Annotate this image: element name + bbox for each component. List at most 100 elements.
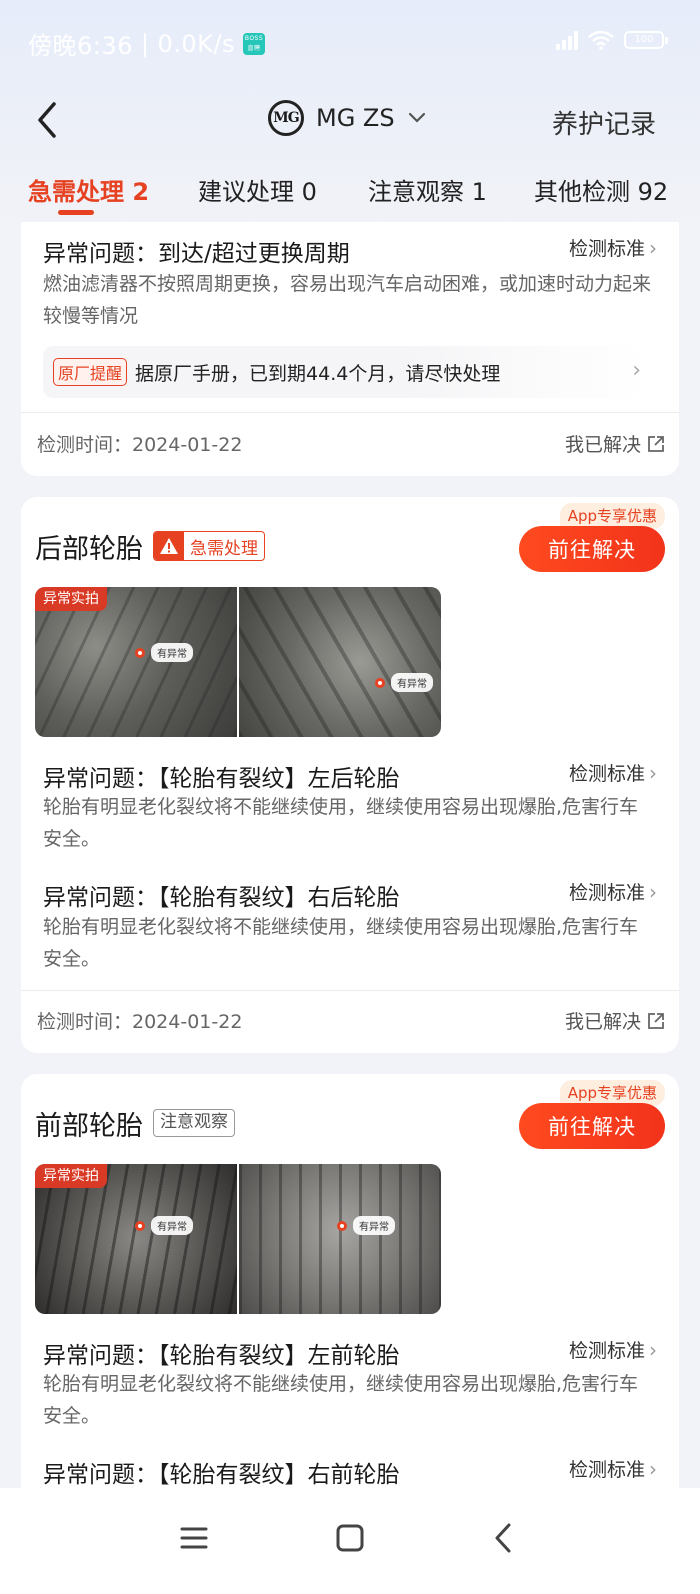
anomaly-marker: 有异常 xyxy=(135,1216,193,1235)
urgent-badge: 急需处理 xyxy=(153,531,265,561)
warning-triangle-icon xyxy=(154,532,184,560)
chevron-right-icon: › xyxy=(649,235,657,260)
marker-label: 有异常 xyxy=(353,1216,395,1235)
front-tire-card: 前部轮胎 注意观察 App专享优惠 前往解决 异常实拍 有异常 有异常 异常问题… xyxy=(21,1074,679,1494)
std-label: 检测标准 xyxy=(568,238,645,260)
badge-text: 急需处理 xyxy=(190,538,258,559)
wifi-icon xyxy=(588,30,614,50)
divider xyxy=(21,412,679,413)
marker-dot xyxy=(135,647,145,658)
category-tabs: 急需处理 2 建议处理 0 注意观察 1 其他检测 92 xyxy=(0,172,700,220)
maintenance-record-link[interactable]: 养护记录 xyxy=(552,104,656,141)
anomaly-marker: 有异常 xyxy=(337,1216,395,1235)
external-link-icon xyxy=(648,1012,664,1029)
status-bar: 傍晚6:36 | 0.0K/s BOSS 直聘 100 xyxy=(0,26,700,62)
observe-badge: 注意观察 xyxy=(153,1109,235,1137)
tab-count: 0 xyxy=(301,178,317,206)
marker-dot xyxy=(375,677,385,688)
tab-label: 急需处理 xyxy=(28,178,124,206)
mg-logo: MG xyxy=(268,100,304,136)
resolved-label: 我已解决 xyxy=(564,1011,641,1033)
oem-reminder[interactable]: 原厂提醒 据原厂手册，已到期44.4个月，请尽快处理 › xyxy=(43,346,647,398)
home-square-icon[interactable] xyxy=(330,1518,370,1558)
detection-time: 检测时间：2024-01-22 xyxy=(37,1011,243,1033)
battery-icon: 100 xyxy=(624,31,668,49)
issue-description: 轮胎有明显老化裂纹将不能继续使用，继续使用容易出现爆胎,危害行车安全。 xyxy=(43,916,639,970)
back-button[interactable] xyxy=(30,98,70,142)
mark-resolved-button[interactable]: 我已解决 xyxy=(565,1007,665,1034)
tire-photo[interactable]: 异常实拍 有异常 xyxy=(35,1164,237,1314)
detection-time: 检测时间：2024-01-22 xyxy=(37,434,243,456)
back-chevron-icon[interactable] xyxy=(484,1518,524,1558)
external-link-icon xyxy=(648,435,664,452)
chevron-right-icon: › xyxy=(649,1337,657,1362)
tab-urgent[interactable]: 急需处理 2 xyxy=(28,172,149,207)
status-right: 100 xyxy=(556,30,668,50)
anomaly-marker: 有异常 xyxy=(375,673,433,692)
issue-title: 异常问题：【轮胎有裂纹】右后轮胎 xyxy=(43,885,400,911)
tire-photo[interactable]: 有异常 xyxy=(239,1164,441,1314)
mark-resolved-button[interactable]: 我已解决 xyxy=(565,430,665,457)
top-nav: MG MG ZS 养护记录 xyxy=(0,90,700,150)
system-nav-bar xyxy=(0,1488,700,1594)
status-speed: 0.0K/s xyxy=(157,29,235,58)
divider xyxy=(21,990,679,991)
car-selector[interactable]: MG MG ZS xyxy=(268,100,427,136)
tab-count: 92 xyxy=(637,178,669,206)
photo-gallery: 异常实拍 有异常 有异常 xyxy=(35,587,441,737)
status-left: 傍晚6:36 | 0.0K/s BOSS 直聘 xyxy=(28,26,265,61)
detection-standard-link[interactable]: 检测标准 › xyxy=(569,1455,657,1482)
battery-level: 100 xyxy=(634,34,654,45)
std-label: 检测标准 xyxy=(568,1340,645,1362)
tab-suggested[interactable]: 建议处理 0 xyxy=(198,172,317,207)
detection-standard-link[interactable]: 检测标准 › xyxy=(569,759,657,786)
marker-label: 有异常 xyxy=(151,1216,193,1235)
issue-title: 异常问题：【轮胎有裂纹】左前轮胎 xyxy=(43,1343,400,1369)
chevron-down-icon xyxy=(408,112,425,123)
fuel-filter-card: 异常问题：到达/超过更换周期 检测标准 › 燃油滤清器不按照周期更换，容易出现汽车… xyxy=(21,222,679,476)
oem-reminder-text: 据原厂手册，已到期44.4个月，请尽快处理 xyxy=(135,362,501,385)
photo-gallery: 异常实拍 有异常 有异常 xyxy=(35,1164,441,1314)
oem-reminder-tag: 原厂提醒 xyxy=(53,358,128,386)
issue-title: 异常问题：【轮胎有裂纹】左后轮胎 xyxy=(43,766,400,792)
detection-standard-link[interactable]: 检测标准 › xyxy=(569,1336,657,1363)
tab-observe[interactable]: 注意观察 1 xyxy=(368,172,487,207)
boss-app-icon: BOSS 直聘 xyxy=(243,32,265,55)
detection-standard-link[interactable]: 检测标准 › xyxy=(569,234,657,261)
std-label: 检测标准 xyxy=(568,763,645,785)
photo-tag: 异常实拍 xyxy=(35,1164,107,1188)
anomaly-marker: 有异常 xyxy=(135,643,193,662)
resolved-label: 我已解决 xyxy=(564,434,641,456)
tab-count: 1 xyxy=(471,178,487,206)
tab-other[interactable]: 其他检测 92 xyxy=(534,172,668,207)
go-resolve-button[interactable]: 前往解决 xyxy=(519,526,665,572)
tire-photo[interactable]: 有异常 xyxy=(239,587,441,737)
detection-standard-link[interactable]: 检测标准 › xyxy=(569,878,657,905)
photo-tag: 异常实拍 xyxy=(35,587,107,611)
card-title: 前部轮胎 xyxy=(35,1111,143,1142)
tab-count: 2 xyxy=(132,178,150,206)
menu-icon[interactable] xyxy=(174,1518,214,1558)
issue-title: 异常问题：【轮胎有裂纹】右前轮胎 xyxy=(43,1462,400,1488)
issue-description: 轮胎有明显老化裂纹将不能继续使用，继续使用容易出现爆胎,危害行车安全。 xyxy=(43,1373,639,1427)
std-label: 检测标准 xyxy=(568,882,645,904)
issue-description: 轮胎有明显老化裂纹将不能继续使用，继续使用容易出现爆胎,危害行车安全。 xyxy=(43,796,639,850)
marker-label: 有异常 xyxy=(151,643,193,662)
active-tab-indicator xyxy=(58,210,94,215)
status-time: 傍晚6:36 xyxy=(28,32,133,60)
chevron-left-icon xyxy=(38,102,56,138)
status-separator: | xyxy=(140,29,150,58)
tab-label: 注意观察 xyxy=(368,178,464,206)
tab-label: 其他检测 xyxy=(534,178,630,206)
issue-title: 异常问题：到达/超过更换周期 xyxy=(43,241,350,267)
chevron-right-icon: › xyxy=(649,1456,657,1481)
tab-label: 建议处理 xyxy=(198,178,294,206)
rear-tire-card: 后部轮胎 急需处理 App专享优惠 前往解决 异常实拍 有异常 有异常 异常问题… xyxy=(21,497,679,1053)
marker-dot xyxy=(135,1220,145,1231)
chevron-right-icon: › xyxy=(632,358,641,383)
marker-dot xyxy=(337,1220,347,1231)
card-title: 后部轮胎 xyxy=(35,534,143,565)
chevron-right-icon: › xyxy=(649,879,657,904)
tire-photo[interactable]: 异常实拍 有异常 xyxy=(35,587,237,737)
go-resolve-button[interactable]: 前往解决 xyxy=(519,1103,665,1149)
